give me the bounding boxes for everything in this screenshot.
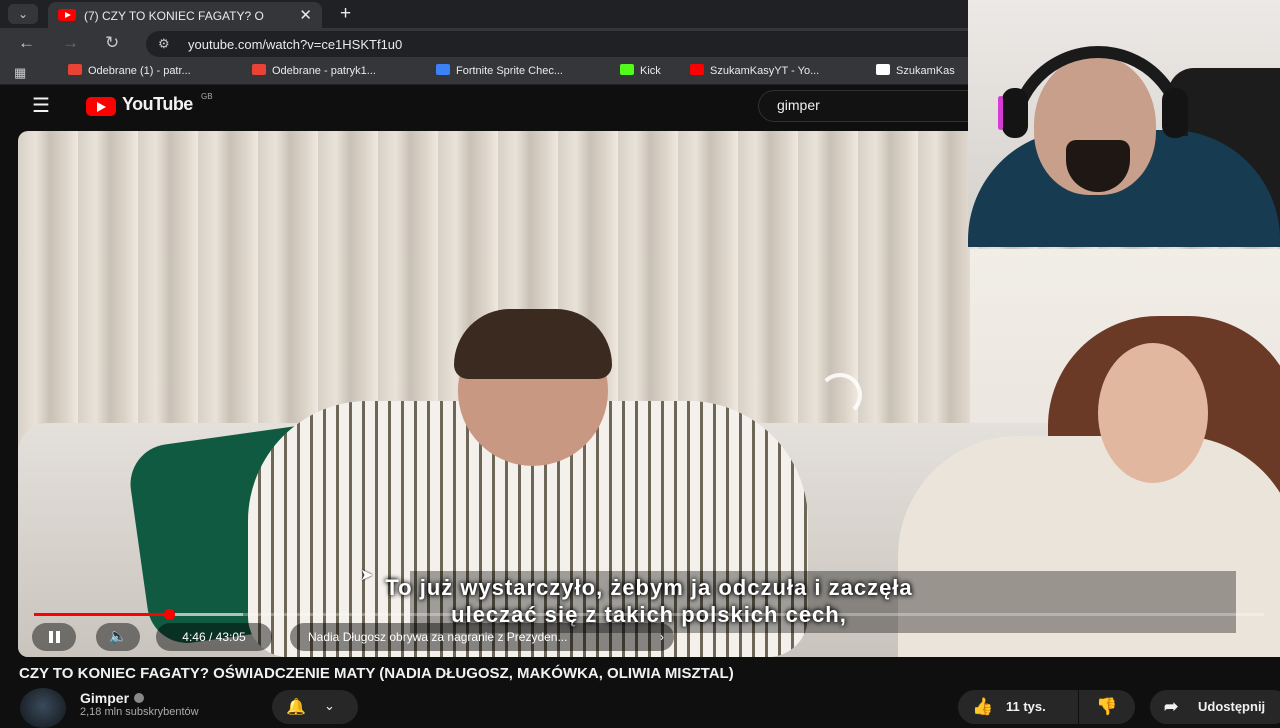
gmail-icon — [252, 64, 266, 75]
mouse-cursor-icon: ➤ — [360, 567, 374, 584]
time-display: 4:46 / 43:05 — [156, 623, 272, 651]
verified-icon — [134, 693, 145, 703]
subscriber-count: 2,18 mln subskrybentów — [80, 706, 199, 718]
youtube-header: ☰ YouTube GB gimper — [0, 85, 969, 125]
pause-button[interactable] — [32, 623, 76, 651]
search-value: gimper — [777, 97, 820, 113]
bookmark-item[interactable]: Fortnite Sprite Chec... — [436, 64, 563, 77]
apps-grid-icon[interactable]: ▦ — [14, 65, 26, 81]
share-icon: ➦ — [1164, 697, 1179, 716]
volume-icon[interactable]: 🔈 — [96, 623, 140, 651]
chapter-title: Nadia Długosz obrywa za nagranie z Prezy… — [308, 630, 568, 644]
close-tab-icon[interactable]: ✕ — [299, 6, 312, 24]
channel-name[interactable]: Gimper — [80, 690, 129, 706]
headset-icon — [1008, 46, 1188, 136]
bookmark-label: SzukamKas — [896, 65, 955, 77]
video-frame-man-hair — [454, 309, 612, 379]
bookmark-item[interactable]: Odebrane (1) - patr... — [68, 64, 191, 77]
youtube-logo-icon[interactable] — [86, 97, 116, 116]
new-tab-icon[interactable]: + — [340, 3, 351, 25]
bookmark-label: Odebrane (1) - patr... — [88, 65, 191, 77]
like-count: 11 tys. — [1006, 699, 1046, 714]
gmail-icon — [68, 64, 82, 75]
headset-earcup — [1002, 88, 1028, 138]
progress-bar[interactable] — [34, 609, 1264, 620]
address-url: youtube.com/watch?v=ce1HSKTf1u0 — [188, 37, 403, 52]
headset-led — [998, 96, 1003, 130]
forward-icon[interactable]: → — [62, 33, 79, 53]
tab-title: (7) CZY TO KONIEC FAGATY? O — [84, 9, 264, 23]
thumbs-down-icon: 👎 — [1096, 697, 1118, 716]
bookmarks-bar: ▦ Odebrane (1) - patr... Odebrane - patr… — [0, 60, 968, 85]
share-label: Udostępnij — [1198, 699, 1266, 714]
loading-spinner-icon — [818, 373, 862, 417]
subtitle-line: To już wystarczyło, żebym ja odczuła i z… — [385, 575, 913, 600]
chevron-right-icon: › — [660, 630, 664, 644]
youtube-icon — [690, 64, 704, 75]
bookmark-label: SzukamKasyYT - Yo... — [710, 65, 820, 77]
hamburger-menu-icon[interactable]: ☰ — [32, 93, 50, 118]
back-icon[interactable]: ← — [18, 33, 35, 53]
youtube-favicon-icon — [58, 9, 76, 21]
bookmark-item[interactable]: SzukamKasyYT - Yo... — [690, 64, 819, 77]
subscribed-button[interactable]: 🔔 ⌄ — [272, 690, 358, 724]
tab-search-button[interactable]: ⌄ — [8, 4, 38, 24]
video-title: CZY TO KONIEC FAGATY? OŚWIADCZENIE MATY … — [19, 665, 734, 682]
dislike-button[interactable]: 👎 — [1079, 690, 1135, 724]
bookmark-item[interactable]: SzukamKas — [876, 64, 955, 77]
like-button[interactable]: 👍 11 tys. — [958, 690, 1078, 724]
headset-earcup — [1162, 88, 1188, 138]
browser-tab-bar: ⌄ (7) CZY TO KONIEC FAGATY? O ✕ + — [0, 0, 968, 28]
bookmark-item[interactable]: Odebrane - patryk1... — [252, 64, 376, 77]
thumbs-up-icon: 👍 — [972, 697, 994, 716]
channel-avatar[interactable] — [20, 688, 66, 728]
reload-icon[interactable]: ↻ — [105, 33, 119, 53]
bell-icon: 🔔 — [286, 699, 306, 716]
youtube-logo-text[interactable]: YouTube — [122, 94, 193, 115]
bookmark-label: Kick — [640, 65, 661, 77]
fortnite-icon — [436, 64, 450, 75]
address-bar[interactable]: ⚙ youtube.com/watch?v=ce1HSKTf1u0 — [146, 31, 968, 57]
bookmark-item[interactable]: Kick — [620, 64, 661, 77]
kick-icon — [620, 64, 634, 75]
bookmark-label: Odebrane - patryk1... — [272, 65, 376, 77]
browser-toolbar: ← → ↻ ⚙ youtube.com/watch?v=ce1HSKTf1u0 — [0, 28, 968, 60]
bookmark-label: Fortnite Sprite Chec... — [456, 65, 563, 77]
channel-name-row[interactable]: Gimper — [80, 690, 145, 706]
video-frame-woman-face — [1098, 343, 1208, 483]
progress-played — [34, 613, 170, 616]
site-info-icon[interactable]: ⚙ — [158, 36, 170, 52]
region-code: GB — [201, 92, 213, 101]
webcam-overlay — [968, 0, 1280, 247]
share-button[interactable]: ➦ Udostępnij — [1150, 690, 1280, 724]
tiktok-icon — [876, 64, 890, 75]
chapter-button[interactable]: Nadia Długosz obrywa za nagranie z Prezy… — [290, 623, 674, 651]
search-input[interactable]: gimper — [758, 90, 969, 122]
chevron-down-icon: ⌄ — [324, 698, 335, 713]
browser-tab[interactable]: (7) CZY TO KONIEC FAGATY? O ✕ — [48, 2, 322, 28]
